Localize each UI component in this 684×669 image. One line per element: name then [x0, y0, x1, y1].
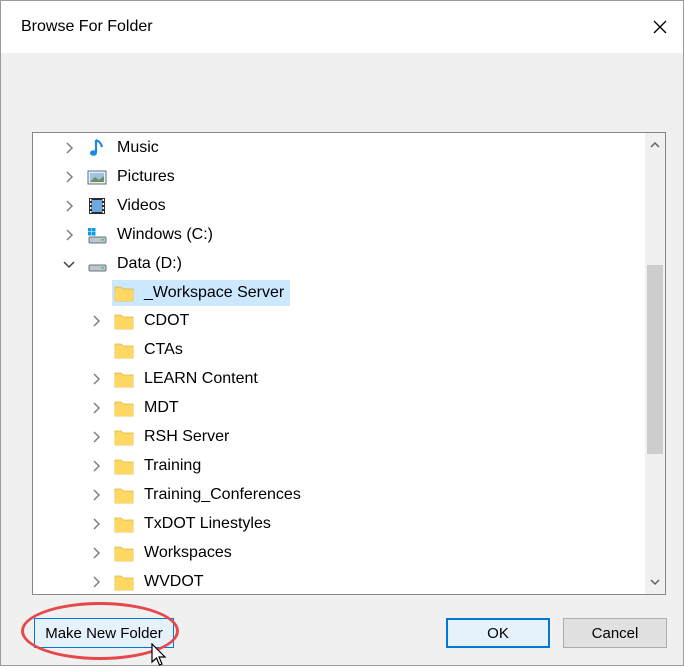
window-title: Browse For Folder — [21, 18, 153, 35]
tree-item[interactable]: Videos — [33, 192, 645, 220]
tree-item-label: Training — [144, 456, 202, 474]
tree-item[interactable]: MDT — [33, 394, 645, 422]
scroll-up-icon[interactable] — [649, 139, 661, 151]
chevron-right-icon[interactable] — [89, 517, 103, 531]
tree-item[interactable]: WVDOT — [33, 568, 645, 595]
folder-icon — [114, 427, 134, 447]
scroll-down-icon[interactable] — [649, 576, 661, 588]
tree-item-label: MDT — [144, 399, 179, 417]
tree-item[interactable]: Data (D:) — [33, 250, 645, 278]
tree-item[interactable]: Pictures — [33, 163, 645, 191]
tree-item-label: Pictures — [117, 167, 175, 185]
folder-icon — [114, 283, 134, 303]
folder-icon — [114, 543, 134, 563]
tree-item[interactable]: _Workspace Server — [33, 279, 645, 307]
close-icon — [653, 20, 667, 34]
folder-icon — [114, 311, 134, 331]
tree-item-label: Data (D:) — [117, 254, 182, 272]
tree-item-label: LEARN Content — [144, 370, 258, 388]
drive-icon — [87, 254, 107, 274]
videos-icon — [87, 196, 107, 216]
tree-item[interactable]: LEARN Content — [33, 365, 645, 393]
tree-item-label: _Workspace Server — [144, 283, 285, 301]
chevron-right-icon[interactable] — [89, 488, 103, 502]
close-button[interactable] — [637, 1, 683, 53]
tree-item[interactable]: Windows (C:) — [33, 221, 645, 249]
chevron-right-icon[interactable] — [62, 228, 76, 242]
pictures-icon — [87, 167, 107, 187]
chevron-right-icon[interactable] — [89, 546, 103, 560]
folder-icon — [114, 514, 134, 534]
scrollbar-thumb[interactable] — [647, 265, 663, 454]
chevron-right-icon[interactable] — [89, 575, 103, 589]
tree-item-label: WVDOT — [144, 572, 204, 590]
folder-icon — [114, 456, 134, 476]
tree-item[interactable]: Workspaces — [33, 539, 645, 567]
chevron-down-icon[interactable] — [62, 257, 76, 271]
tree-item[interactable]: Training_Conferences — [33, 481, 645, 509]
tree-item[interactable]: RSH Server — [33, 423, 645, 451]
chevron-right-icon[interactable] — [62, 170, 76, 184]
folder-tree[interactable]: WVDOT Workspaces TxDOT Linestyles Training_… — [32, 132, 666, 595]
browse-for-folder-dialog: Browse For Folder WVDOT Workspaces TxDOT L… — [0, 0, 684, 666]
tree-item[interactable]: CDOT — [33, 307, 645, 335]
tree-item-label: Workspaces — [144, 543, 232, 561]
tree-item[interactable]: CTAs — [33, 336, 645, 364]
vertical-scrollbar[interactable] — [645, 133, 665, 594]
folder-icon — [114, 398, 134, 418]
tree-item-label: TxDOT Linestyles — [144, 514, 271, 532]
make-new-folder-label: Make New Folder — [45, 624, 163, 642]
tree-item-label: Windows (C:) — [117, 225, 214, 243]
tree-item-label: Videos — [117, 196, 166, 214]
tree-item[interactable]: Music — [33, 134, 645, 162]
folder-icon — [114, 572, 134, 592]
chevron-right-icon[interactable] — [62, 141, 76, 155]
mouse-cursor-icon — [151, 643, 167, 666]
chevron-right-icon[interactable] — [89, 401, 103, 415]
chevron-right-icon[interactable] — [89, 372, 103, 386]
tree-item-label: CTAs — [144, 341, 183, 359]
music-note-icon — [87, 138, 107, 158]
tree-item-label: Training_Conferences — [144, 485, 301, 503]
title-bar[interactable]: Browse For Folder — [1, 1, 683, 53]
chevron-right-icon[interactable] — [89, 430, 103, 444]
folder-icon — [114, 340, 134, 360]
tree-item-label: RSH Server — [144, 428, 230, 445]
chevron-right-icon[interactable] — [89, 459, 103, 473]
folder-icon — [114, 485, 134, 505]
tree-item[interactable]: Training — [33, 452, 645, 480]
folder-icon — [114, 369, 134, 389]
tree-item-label: Music — [117, 139, 159, 156]
cancel-button[interactable]: Cancel — [563, 618, 667, 648]
ok-label: OK — [487, 624, 509, 642]
windows-drive-icon — [87, 225, 107, 245]
cancel-label: Cancel — [591, 624, 639, 642]
chevron-right-icon[interactable] — [89, 314, 103, 328]
chevron-right-icon[interactable] — [62, 199, 76, 213]
ok-button[interactable]: OK — [446, 618, 550, 648]
tree-item-label: CDOT — [144, 312, 190, 330]
tree-item[interactable]: TxDOT Linestyles — [33, 510, 645, 538]
